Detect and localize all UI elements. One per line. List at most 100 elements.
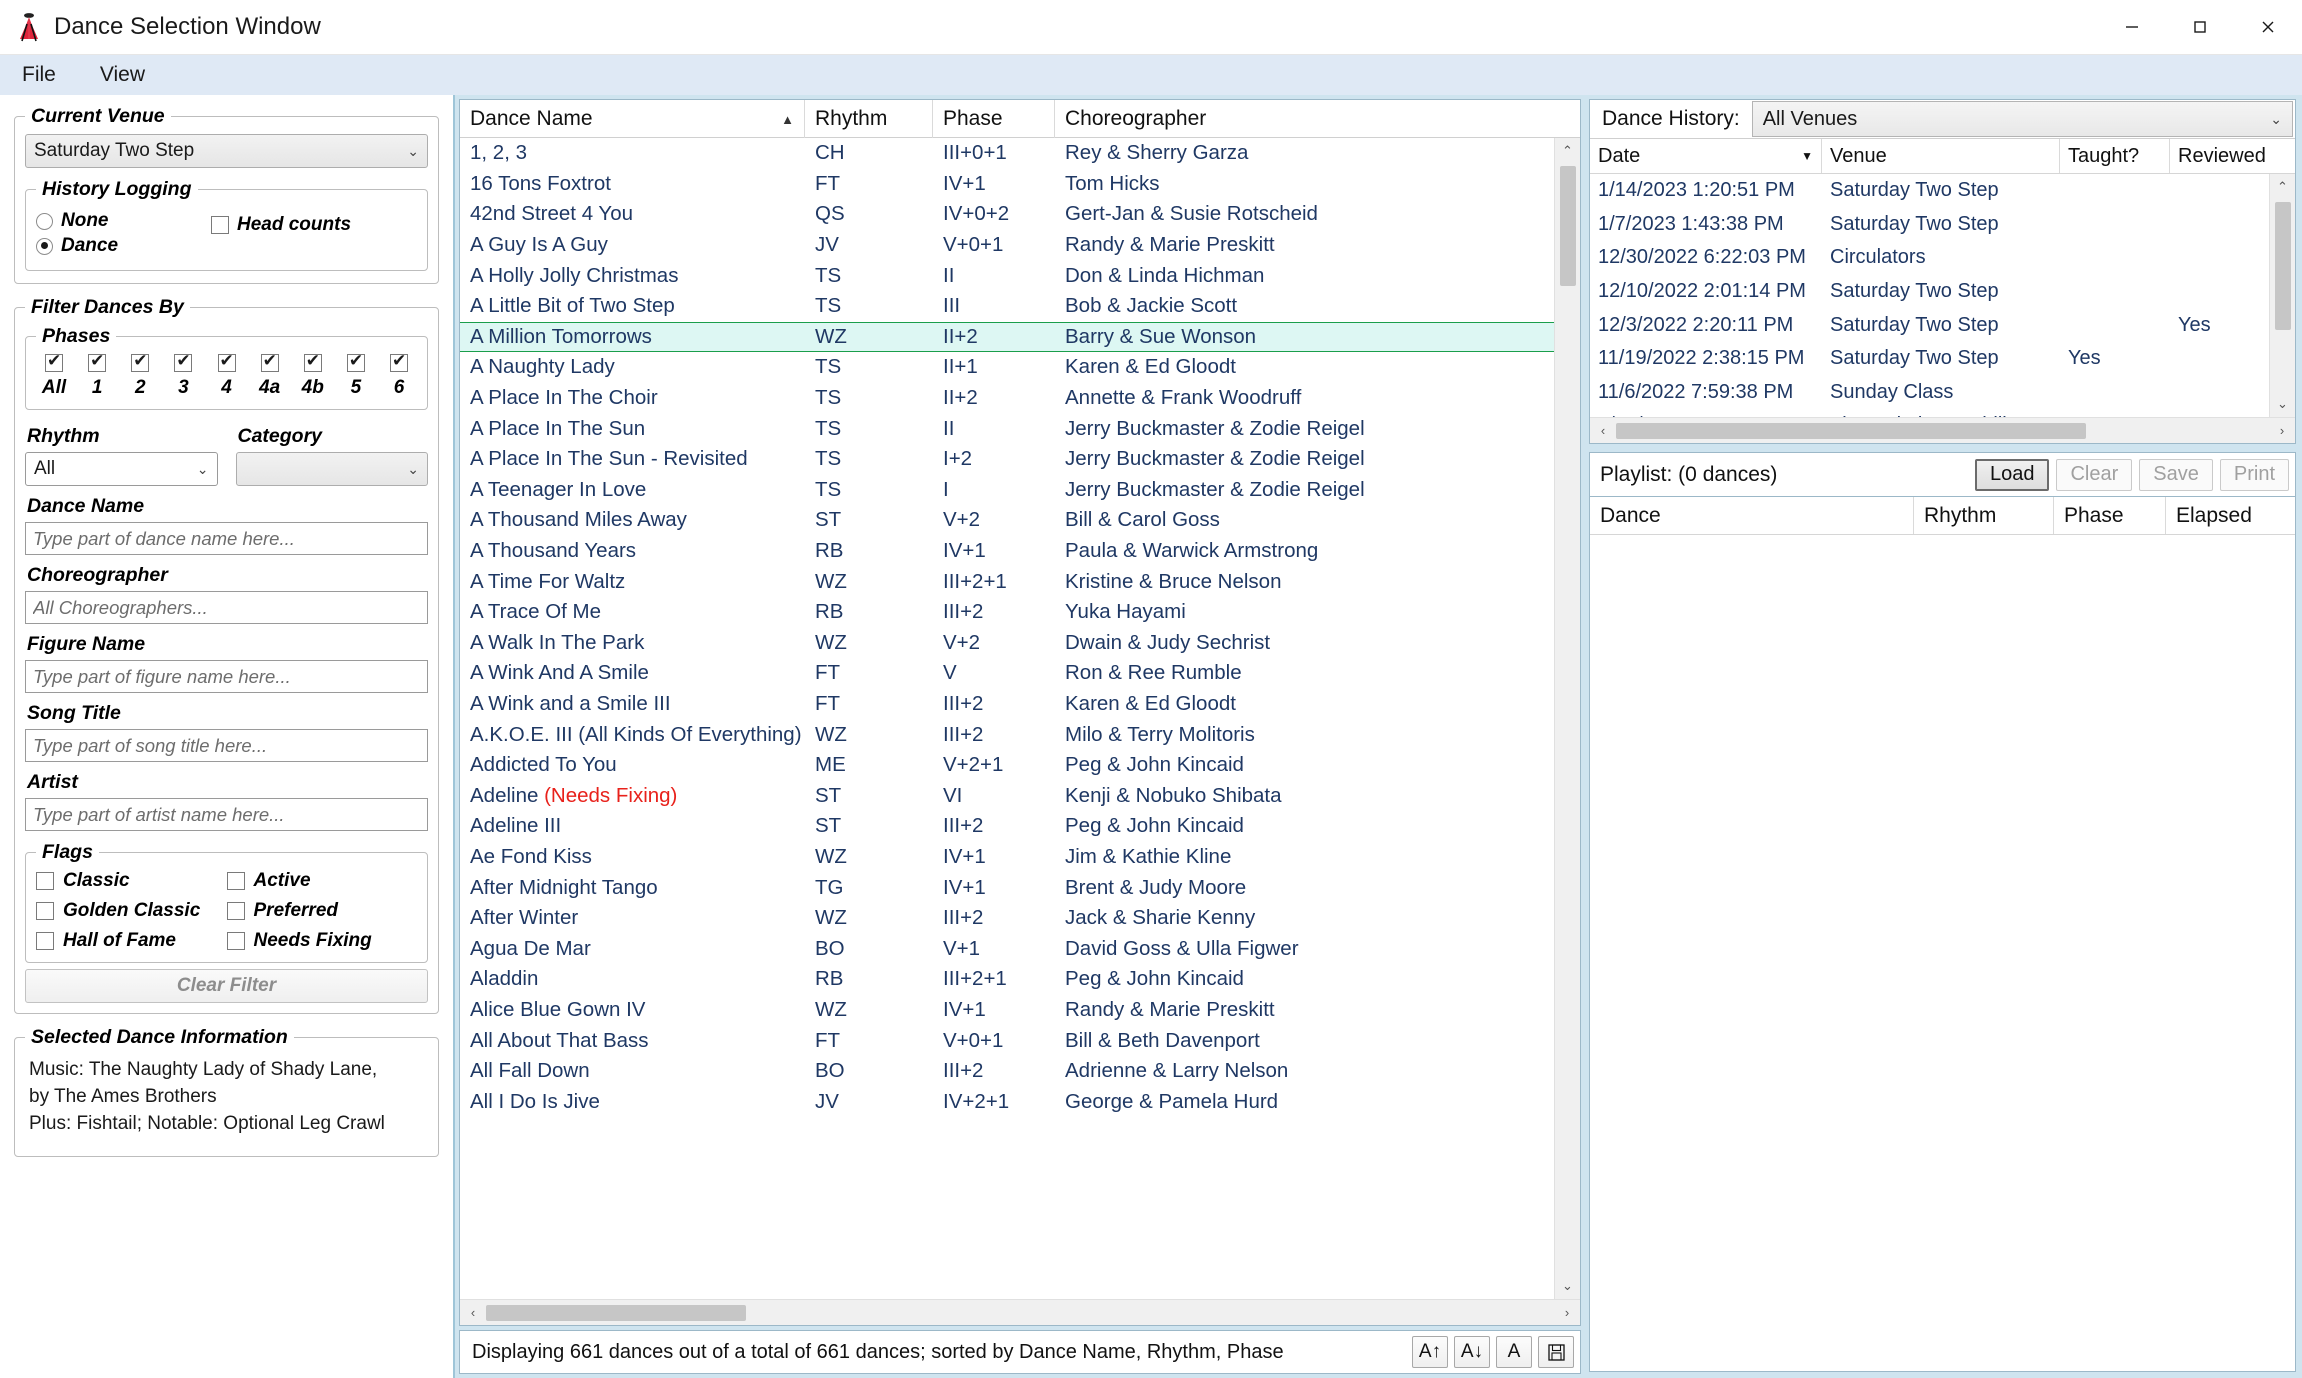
table-row[interactable]: 42nd Street 4 You QS IV+0+2 Gert-Jan & Susi… xyxy=(460,199,1580,230)
checkbox-needs-fixing[interactable]: Needs Fixing xyxy=(226,930,418,952)
radio-history-dance[interactable]: Dance xyxy=(36,235,211,257)
column-header-dance-name[interactable]: Dance Name ▲ xyxy=(460,100,805,138)
hscrollbar-thumb[interactable] xyxy=(486,1304,746,1321)
phase-checkbox-5[interactable]: 5 xyxy=(340,351,372,399)
scroll-right-icon[interactable]: › xyxy=(2269,418,2295,444)
table-row[interactable]: A Time For Waltz WZ III+2+1 Kristine & Bruc… xyxy=(460,566,1580,597)
artist-input[interactable] xyxy=(25,798,428,831)
phase-checkbox-2[interactable]: 2 xyxy=(124,351,156,399)
table-row[interactable]: A Teenager In Love TS I Jerry Buckmaster & … xyxy=(460,475,1580,506)
radio-history-none[interactable]: None xyxy=(36,210,211,232)
scroll-down-icon[interactable]: ⌄ xyxy=(1555,1273,1581,1299)
phase-checkbox-4b[interactable]: 4b xyxy=(297,351,329,399)
song-title-input[interactable] xyxy=(25,729,428,762)
history-row[interactable]: 3/26/2022 3:54:29 PMFiesta de la Cuadril… xyxy=(1590,409,2295,417)
table-row[interactable]: Addicted To You ME V+2+1 Peg & John Kincaid xyxy=(460,750,1580,781)
save-icon-button[interactable] xyxy=(1538,1336,1574,1368)
dance-name-input[interactable] xyxy=(25,522,428,555)
table-row[interactable]: A Wink And A Smile FT V Ron & Ree Rumble xyxy=(460,658,1580,689)
history-row[interactable]: 1/7/2023 1:43:38 PM Saturday Two Step xyxy=(1590,208,2295,242)
table-row[interactable]: A Place In The Sun - Revisited TS I+2 Jerry… xyxy=(460,444,1580,475)
column-header-phase[interactable]: Phase xyxy=(933,100,1055,138)
column-header-rhythm[interactable]: Rhythm xyxy=(805,100,933,138)
scroll-up-icon[interactable]: ⌃ xyxy=(2270,174,2296,200)
column-header-choreographer[interactable]: Choreographer xyxy=(1055,100,1580,138)
playlist-load-button[interactable]: Load xyxy=(1974,458,2050,491)
phase-checkbox-1[interactable]: 1 xyxy=(81,351,113,399)
minimize-button[interactable] xyxy=(2098,0,2166,55)
scroll-right-icon[interactable]: › xyxy=(1554,1300,1580,1326)
playlist-print-button[interactable]: Print xyxy=(2219,458,2289,491)
table-row[interactable]: A Place In The Sun TS II Jerry Buckmaster &… xyxy=(460,413,1580,444)
dance-grid-horizontal-scrollbar[interactable]: ‹ › xyxy=(460,1299,1580,1325)
history-row[interactable]: 11/6/2022 7:59:38 PM Sunday Class xyxy=(1590,376,2295,410)
table-row[interactable]: Adeline III ST III+2 Peg & John Kincaid xyxy=(460,811,1580,842)
table-row[interactable]: A Million Tomorrows WZ II+2 Barry & Sue Won… xyxy=(460,321,1580,353)
checkbox-classic[interactable]: Classic xyxy=(36,870,227,892)
figure-name-input[interactable] xyxy=(25,660,428,693)
history-row[interactable]: 1/14/2023 1:20:51 PM Saturday Two Step xyxy=(1590,174,2295,208)
table-row[interactable]: A Guy Is A Guy JV V+0+1 Randy & Marie Presk… xyxy=(460,230,1580,261)
dance-grid-vertical-scrollbar[interactable]: ⌃ ⌄ xyxy=(1554,138,1580,1299)
table-row[interactable]: A Little Bit of Two Step TS III Bob & Jacki… xyxy=(460,291,1580,322)
menu-item-file[interactable]: File xyxy=(0,55,78,95)
scroll-down-icon[interactable]: ⌄ xyxy=(2270,391,2296,417)
table-row[interactable]: A Holly Jolly Christmas TS II Don & Linda H… xyxy=(460,260,1580,291)
category-dropdown[interactable]: ⌄ xyxy=(235,452,428,486)
phase-checkbox-6[interactable]: 6 xyxy=(383,351,415,399)
scroll-left-icon[interactable]: ‹ xyxy=(1590,418,1616,444)
scroll-left-icon[interactable]: ‹ xyxy=(460,1300,486,1326)
phase-checkbox-3[interactable]: 3 xyxy=(167,351,199,399)
table-row[interactable]: All I Do Is Jive JV IV+2+1 George & Pamela … xyxy=(460,1086,1580,1117)
maximize-button[interactable] xyxy=(2166,0,2234,55)
hscroll-track[interactable] xyxy=(1616,418,2269,444)
table-row[interactable]: After Midnight Tango TG IV+1 Brent & Judy M… xyxy=(460,872,1580,903)
close-button[interactable] xyxy=(2234,0,2302,55)
table-row[interactable]: A Naughty Lady TS II+1 Karen & Ed Gloodt xyxy=(460,352,1580,383)
table-row[interactable]: Aladdin RB III+2+1 Peg & John Kincaid xyxy=(460,964,1580,995)
hscroll-track[interactable] xyxy=(486,1300,1554,1326)
scroll-up-icon[interactable]: ⌃ xyxy=(1555,138,1581,164)
scrollbar-thumb[interactable] xyxy=(2274,202,2291,330)
checkbox-active[interactable]: Active xyxy=(226,870,418,892)
table-row[interactable]: Alice Blue Gown IV WZ IV+1 Randy & Marie Pr… xyxy=(460,995,1580,1026)
checkbox-hall-of-fame[interactable]: Hall of Fame xyxy=(36,930,227,952)
table-row[interactable]: A Wink and a Smile III FT III+2 Karen & Ed … xyxy=(460,689,1580,720)
table-row[interactable]: Adeline (Needs Fixing) ST VI Kenji & Nobuko… xyxy=(460,780,1580,811)
scrollbar-thumb[interactable] xyxy=(1559,166,1576,286)
column-header-reviewed[interactable]: Reviewed xyxy=(2170,139,2295,173)
column-header-playlist-phase[interactable]: Phase xyxy=(2054,497,2166,534)
table-row[interactable]: A Walk In The Park WZ V+2 Dwain & Judy Sech… xyxy=(460,628,1580,659)
current-venue-dropdown[interactable]: Saturday Two Step ⌄ xyxy=(25,134,428,168)
table-row[interactable]: A Thousand Miles Away ST V+2 Bill & Carol G… xyxy=(460,505,1580,536)
choreographer-input[interactable] xyxy=(25,591,428,624)
font-decrease-button[interactable]: A↓ xyxy=(1454,1336,1490,1368)
column-header-taught[interactable]: Taught? xyxy=(2060,139,2170,173)
checkbox-golden-classic[interactable]: Golden Classic xyxy=(36,900,227,922)
history-row[interactable]: 12/30/2022 6:22:03 PM Circulators xyxy=(1590,241,2295,275)
column-header-venue[interactable]: Venue xyxy=(1822,139,2060,173)
checkbox-head-counts[interactable]: Head counts xyxy=(211,214,351,236)
hscrollbar-thumb[interactable] xyxy=(1616,422,2086,439)
rhythm-dropdown[interactable]: All ⌄ xyxy=(25,452,218,486)
table-row[interactable]: A.K.O.E. III (All Kinds Of Everything) WZ… xyxy=(460,719,1580,750)
phase-checkbox-4[interactable]: 4 xyxy=(211,351,243,399)
column-header-dance[interactable]: Dance xyxy=(1590,497,1914,534)
playlist-clear-button[interactable]: Clear xyxy=(2056,458,2133,491)
table-row[interactable]: All About That Bass FT V+0+1 Bill & Beth Da… xyxy=(460,1025,1580,1056)
font-reset-button[interactable]: A xyxy=(1496,1336,1532,1368)
table-row[interactable]: Ae Fond Kiss WZ IV+1 Jim & Kathie Kline xyxy=(460,842,1580,873)
checkbox-preferred[interactable]: Preferred xyxy=(226,900,418,922)
table-row[interactable]: Agua De Mar BO V+1 David Goss & Ulla Figwer xyxy=(460,933,1580,964)
table-row[interactable]: All Fall Down BO III+2 Adrienne & Larry Nel… xyxy=(460,1056,1580,1087)
history-row[interactable]: 11/19/2022 2:38:15 PM Saturday Two Step Ye… xyxy=(1590,342,2295,376)
table-row[interactable]: A Place In The Choir TS II+2 Annette & Fran… xyxy=(460,383,1580,414)
history-horizontal-scrollbar[interactable]: ‹ › xyxy=(1590,417,2295,443)
phase-checkbox-4a[interactable]: 4a xyxy=(254,351,286,399)
history-row[interactable]: 12/10/2022 2:01:14 PM Saturday Two Step xyxy=(1590,275,2295,309)
column-header-playlist-rhythm[interactable]: Rhythm xyxy=(1914,497,2054,534)
menu-item-view[interactable]: View xyxy=(78,55,167,95)
dance-history-venue-dropdown[interactable]: All Venues ⌄ xyxy=(1751,101,2293,137)
history-row[interactable]: 12/3/2022 2:20:11 PM Saturday Two Step Yes xyxy=(1590,308,2295,342)
column-header-date[interactable]: Date ▼ xyxy=(1590,139,1822,173)
